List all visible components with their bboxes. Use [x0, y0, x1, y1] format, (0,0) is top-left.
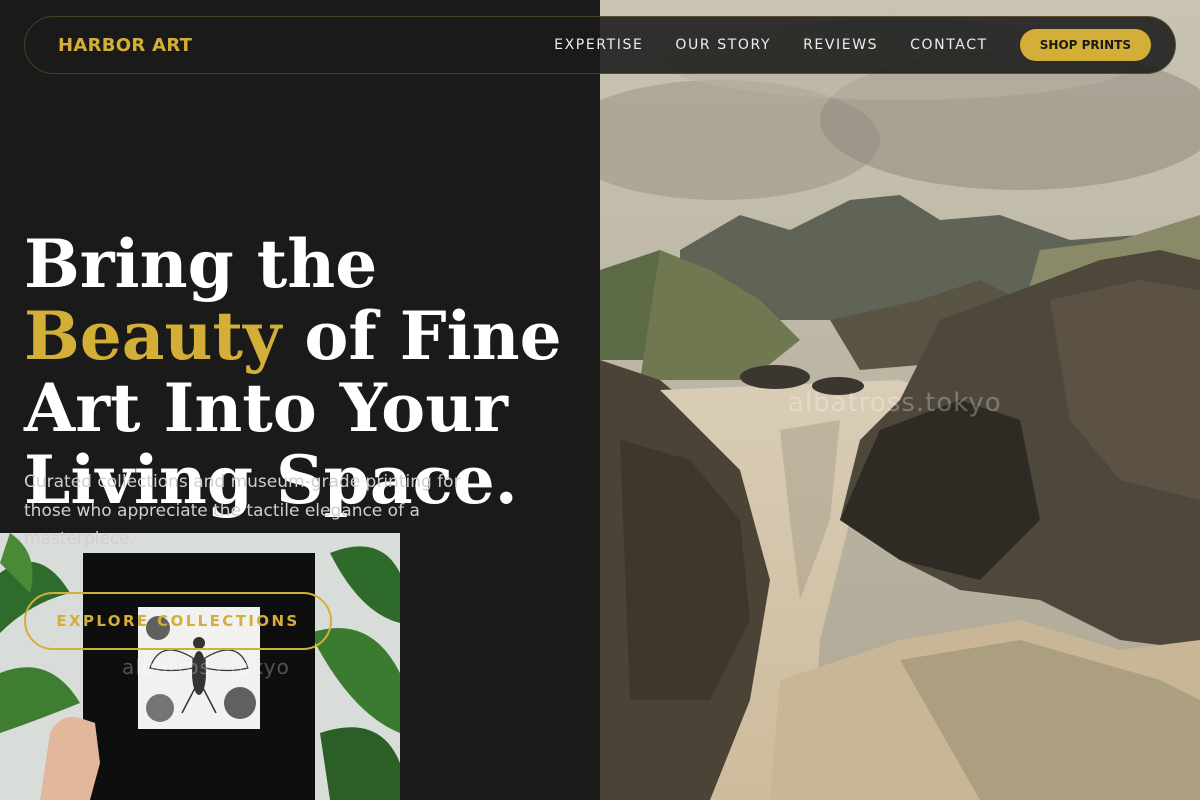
painting-watermark: albatross.tokyo — [788, 388, 1002, 418]
photo-watermark: albatross.tokyo — [122, 655, 290, 679]
hero-title-highlight: Beauty — [24, 297, 282, 375]
framed-print-photo: albatross.tokyo — [0, 533, 400, 800]
explore-collections-button[interactable]: EXPLORE COLLECTIONS — [24, 592, 332, 650]
nav-links: EXPERTISE OUR STORY REVIEWS CONTACT SHOP… — [554, 29, 1151, 61]
hero-subtitle: Curated collections and museum-grade pri… — [24, 472, 461, 549]
brand-logo[interactable]: HARBOR ART — [58, 35, 192, 56]
shop-prints-button[interactable]: SHOP PRINTS — [1019, 29, 1151, 61]
hero-title-start: Bring the — [24, 225, 378, 303]
nav-link-reviews[interactable]: REVIEWS — [803, 37, 878, 53]
top-navigation-bar: HARBOR ART EXPERTISE OUR STORY REVIEWS C… — [24, 16, 1176, 74]
nav-link-expertise[interactable]: EXPERTISE — [554, 37, 643, 53]
nav-link-contact[interactable]: CONTACT — [910, 37, 988, 53]
nav-link-our-story[interactable]: OUR STORY — [675, 37, 771, 53]
hero-painting-image: albatross.tokyo — [600, 0, 1200, 800]
